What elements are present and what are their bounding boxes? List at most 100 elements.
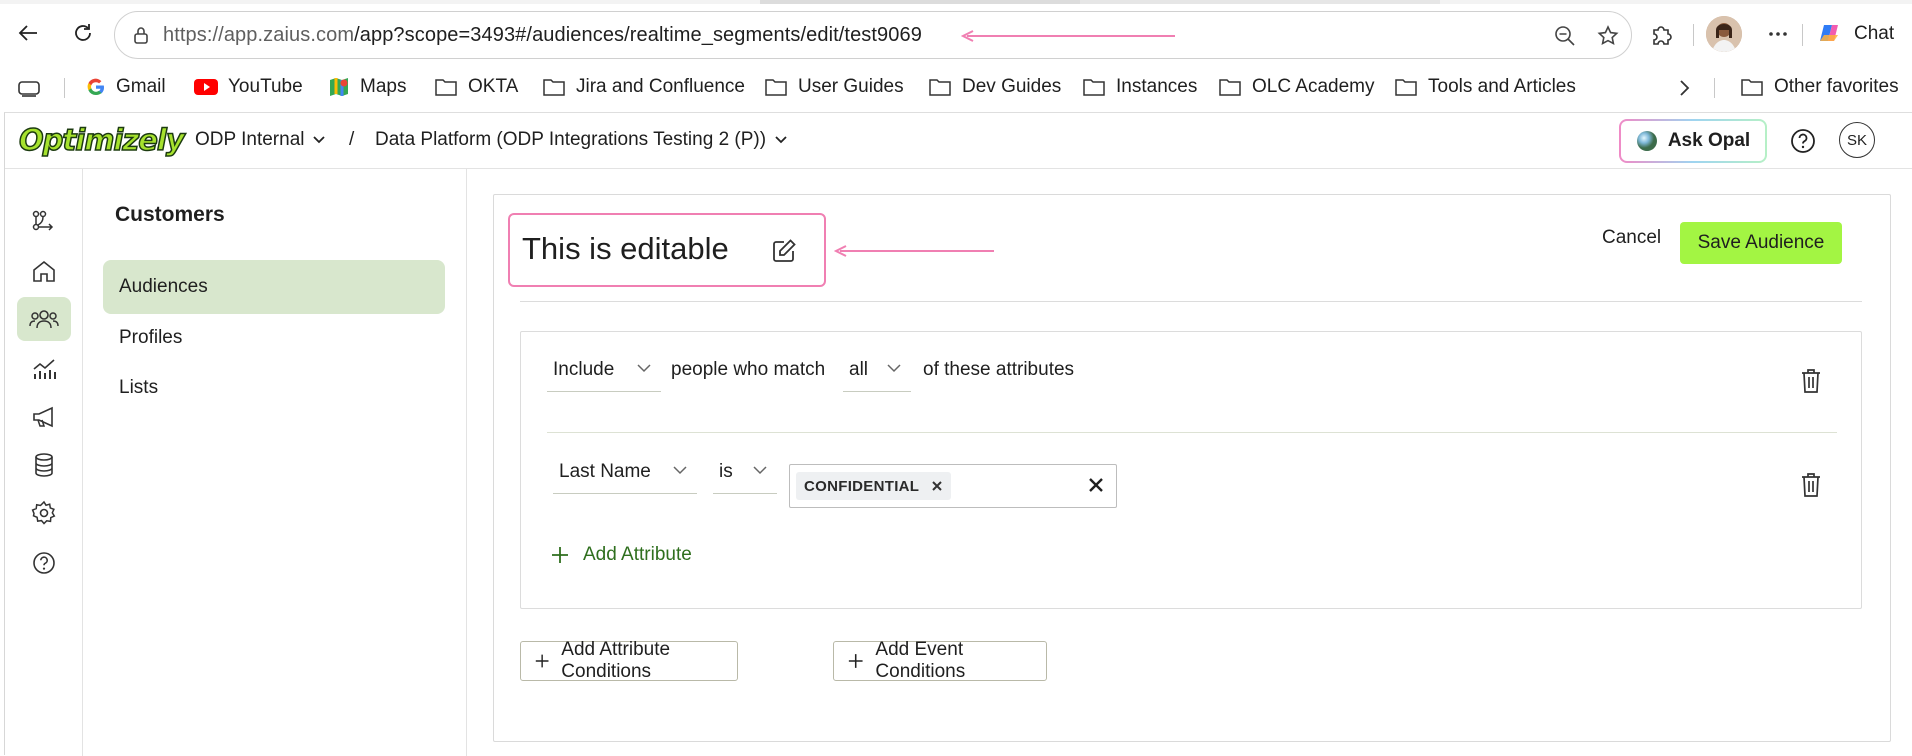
add-attribute-label: Add Attribute [583,544,692,565]
tab-actions-icon[interactable] [18,80,40,98]
org-name: ODP Internal [195,129,305,150]
bookmark-other-favorites[interactable]: Other favorites [1740,74,1899,100]
value-multiselect[interactable]: CONFIDENTIAL [789,464,1117,508]
add-attribute-conditions-button[interactable]: Add Attribute Conditions [520,639,738,682]
bookmark-jira-confluence[interactable]: Jira and Confluence [542,74,745,100]
puzzle-icon [1653,26,1672,45]
folder-icon [765,79,787,96]
bookmark-label: Maps [360,76,407,97]
remove-chip-icon[interactable] [931,480,943,492]
back-button[interactable] [12,16,46,50]
back-arrow-icon [18,25,37,41]
bookmark-gmail[interactable]: Gmail [86,74,166,100]
match-quantifier-select[interactable]: all [843,348,911,392]
bookmark-youtube[interactable]: YouTube [194,74,303,100]
subnav-item-audiences[interactable]: Audiences [103,260,445,314]
address-bar[interactable]: https://app.zaius.com/app?scope=3493#/au… [114,11,1632,59]
help-icon[interactable] [1789,127,1817,155]
bookmark-label: Tools and Articles [1428,76,1576,97]
bookmark-olc-academy[interactable]: OLC Academy [1218,74,1375,100]
lock-icon[interactable] [131,25,151,45]
add-event-conditions-button[interactable]: Add Event Conditions [833,639,1047,682]
audience-title-editor[interactable]: This is editable [508,213,826,287]
folder-icon [435,79,457,96]
home-icon [33,260,55,282]
folder-icon [543,79,565,96]
org-switcher[interactable]: ODP Internal [195,129,326,151]
bookmark-label: Instances [1116,76,1198,97]
trash-icon[interactable] [1799,472,1823,498]
subnav-item-lists[interactable]: Lists [103,361,445,415]
analytics-icon [33,359,56,379]
browser-nav-bar: https://app.zaius.com/app?scope=3493#/au… [0,4,1912,62]
rail-help[interactable] [17,541,71,585]
bookmarks-bar: Gmail YouTube Maps OKTA Jira and Conflue… [0,66,1912,108]
header-divider [520,301,1862,302]
bookmark-instances[interactable]: Instances [1082,74,1197,100]
cancel-button[interactable]: Cancel [1602,227,1661,249]
zoom-out-icon[interactable] [1553,24,1577,48]
operator-select[interactable]: is [713,450,777,494]
add-attribute-button[interactable]: Add Attribute [551,544,692,566]
refresh-icon [75,24,91,41]
value-chip-label: CONFIDENTIAL [804,477,920,495]
copilot-chat-button[interactable]: Chat [1814,18,1910,50]
rail-analytics[interactable] [17,347,71,391]
app-window: Optimizely ODP Internal / Data Platform … [4,112,1912,756]
subnav-item-profiles[interactable]: Profiles [103,311,445,365]
trash-icon[interactable] [1799,368,1823,394]
plus-icon [535,654,549,668]
attribute-select[interactable]: Last Name [553,450,697,494]
url-text[interactable]: https://app.zaius.com/app?scope=3493#/au… [163,24,922,47]
audience-title[interactable]: This is editable [522,231,729,267]
copilot-icon [1820,25,1838,41]
settings-icon [31,500,56,525]
chevron-down-icon [753,466,767,475]
favorite-star-icon[interactable] [1596,24,1620,48]
bookmark-label: OLC Academy [1252,76,1375,97]
project-switcher[interactable]: Data Platform (ODP Integrations Testing … [375,129,788,151]
audience-editor-card: This is editable Cancel Save Audience In… [493,194,1891,742]
toolbar-divider [1693,24,1694,46]
breadcrumb-separator: / [349,129,355,150]
bookmark-maps[interactable]: Maps [328,74,406,100]
youtube-icon [194,79,218,95]
rail-data[interactable] [17,443,71,487]
profile-avatar[interactable] [1706,16,1742,52]
save-audience-button[interactable]: Save Audience [1680,222,1842,264]
flow-icon [32,210,54,231]
include-select[interactable]: Include [547,348,661,392]
optimizely-logo[interactable]: Optimizely [18,122,185,158]
bookmark-dev-guides[interactable]: Dev Guides [928,74,1061,100]
more-menu-button[interactable] [1762,18,1794,50]
app-header: Optimizely ODP Internal / Data Platform … [5,113,1912,169]
edit-pencil-icon[interactable] [770,237,798,265]
bookmark-tools-articles[interactable]: Tools and Articles [1394,74,1576,100]
chevron-down-icon [673,466,687,475]
folder-icon [1083,79,1105,96]
clear-values-icon[interactable] [1086,475,1106,495]
ellipsis-icon [1769,32,1787,36]
annotation-arrow-title [834,245,994,257]
maps-icon [330,78,348,96]
chevron-right-icon[interactable] [1676,78,1692,98]
bookmark-user-guides[interactable]: User Guides [764,74,904,100]
user-avatar[interactable]: SK [1839,122,1875,158]
rail-home[interactable] [17,249,71,293]
bookmark-okta[interactable]: OKTA [434,74,518,100]
rail-customers[interactable] [17,297,71,341]
extensions-button[interactable] [1646,18,1678,50]
rail-settings[interactable] [17,491,71,535]
rail-flow[interactable] [17,199,71,243]
rail-campaigns[interactable] [17,395,71,439]
attribute-select-value: Last Name [559,460,651,482]
chat-label: Chat [1854,23,1895,44]
help-icon [33,552,55,574]
folder-icon [929,79,951,96]
bookmark-label: Other favorites [1774,76,1899,97]
ask-opal-button[interactable]: Ask Opal [1619,119,1767,163]
refresh-button[interactable] [66,16,100,50]
annotation-arrow-url [961,30,1175,42]
project-name: Data Platform (ODP Integrations Testing … [375,129,767,150]
campaign-icon [33,406,53,428]
